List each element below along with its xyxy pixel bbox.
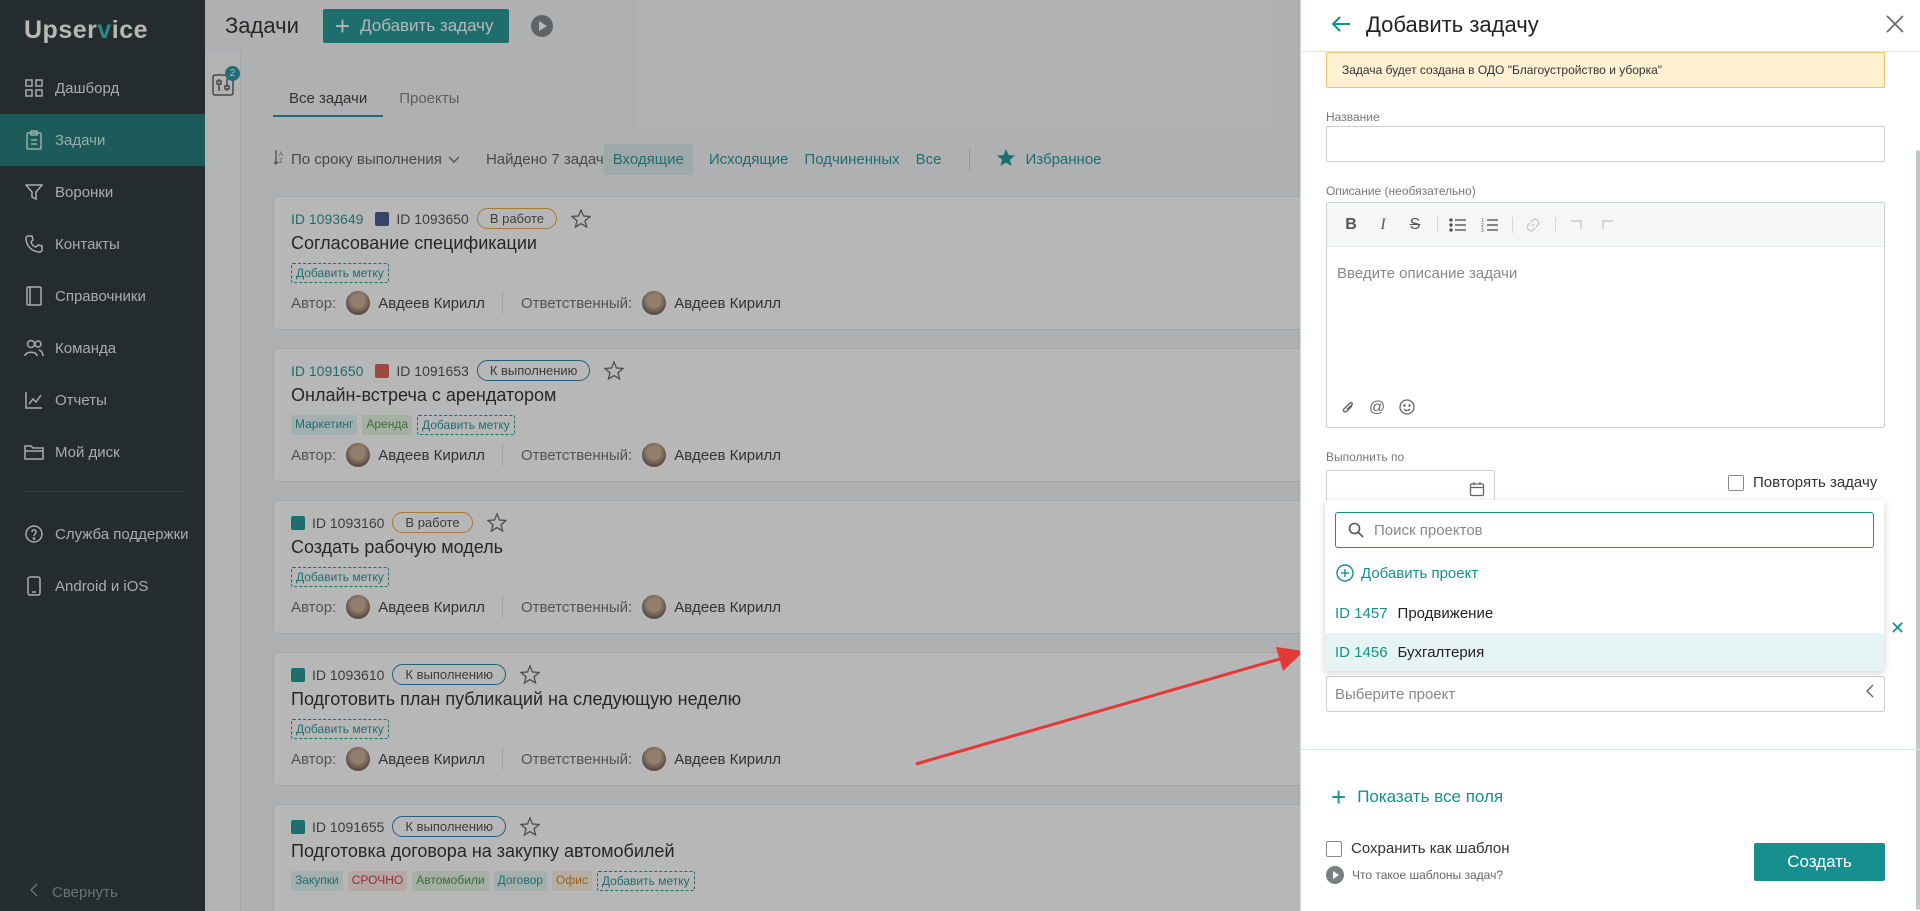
- project-select-placeholder: Выберите проект: [1335, 686, 1456, 703]
- org-notice: Задача будет создана в ОДО "Благоустройс…: [1326, 52, 1885, 88]
- save-template-label: Сохранить как шаблон: [1351, 840, 1510, 857]
- arrow-left-icon[interactable]: [1329, 12, 1353, 36]
- annotation-arrow: [915, 647, 1304, 766]
- project-option[interactable]: ID 1456 Бухгалтерия: [1325, 633, 1884, 671]
- project-id: ID 1457: [1335, 604, 1388, 622]
- attachment-icon[interactable]: [1341, 399, 1355, 420]
- plus-icon: +: [1331, 782, 1347, 812]
- show-all-fields-button[interactable]: + Показать все поля: [1331, 784, 1503, 810]
- template-help-label: Что такое шаблоны задач?: [1352, 868, 1504, 882]
- checkbox[interactable]: [1326, 840, 1342, 857]
- project-name: Бухгалтерия: [1397, 643, 1485, 661]
- name-label: Название: [1326, 110, 1380, 124]
- link-icon[interactable]: [1523, 215, 1543, 235]
- panel-header: Добавить задачу: [1301, 0, 1920, 52]
- bullet-list-icon[interactable]: [1448, 215, 1468, 235]
- redo-icon[interactable]: [1598, 215, 1618, 235]
- strikethrough-icon[interactable]: S: [1405, 215, 1425, 235]
- numbered-list-icon[interactable]: 123: [1480, 215, 1500, 235]
- project-name: Продвижение: [1397, 604, 1494, 622]
- description-editor[interactable]: B I S 123 Введите описание задачи @: [1326, 202, 1885, 428]
- add-task-panel: Добавить задачу Задача будет создана в О…: [1300, 0, 1920, 911]
- mention-icon[interactable]: @: [1369, 399, 1385, 420]
- project-select[interactable]: Выберите проект: [1326, 676, 1885, 712]
- checkbox[interactable]: [1728, 474, 1744, 491]
- project-dropdown: Добавить проект ID 1457 Продвижение ID 1…: [1325, 500, 1884, 671]
- show-all-fields-label: Показать все поля: [1357, 787, 1504, 806]
- repeat-task-checkbox[interactable]: Повторять задачу: [1728, 474, 1877, 491]
- create-button[interactable]: Создать: [1754, 843, 1885, 881]
- description-placeholder: Введите описание задачи: [1337, 265, 1518, 282]
- panel-title: Добавить задачу: [1366, 12, 1539, 37]
- project-id: ID 1456: [1335, 643, 1388, 661]
- clear-selection-icon[interactable]: ✕: [1890, 618, 1905, 639]
- repeat-task-label: Повторять задачу: [1753, 474, 1878, 491]
- project-search[interactable]: [1335, 512, 1874, 548]
- play-icon: [1326, 866, 1344, 884]
- add-project-label: Добавить проект: [1361, 564, 1479, 582]
- emoji-icon[interactable]: [1399, 399, 1415, 420]
- search-icon: [1348, 522, 1364, 538]
- svg-text:3: 3: [1481, 228, 1484, 232]
- project-search-input[interactable]: [1374, 521, 1854, 539]
- panel-scrollbar[interactable]: [1916, 150, 1920, 910]
- chevron-left-icon: [1866, 684, 1874, 702]
- editor-footer: @: [1341, 399, 1429, 420]
- panel-divider: [1301, 749, 1920, 750]
- save-template-checkbox[interactable]: Сохранить как шаблон: [1326, 840, 1510, 857]
- bold-icon[interactable]: B: [1341, 215, 1361, 235]
- calendar-icon[interactable]: [1469, 481, 1485, 497]
- due-date-label: Выполнить по: [1326, 450, 1405, 464]
- task-name-input[interactable]: [1326, 126, 1885, 162]
- undo-icon[interactable]: [1566, 215, 1586, 235]
- italic-icon[interactable]: I: [1373, 215, 1393, 235]
- add-project-button[interactable]: Добавить проект: [1336, 564, 1478, 582]
- modal-backdrop[interactable]: [0, 0, 1300, 911]
- project-option[interactable]: ID 1457 Продвижение: [1325, 594, 1884, 632]
- description-label: Описание (необязательно): [1326, 184, 1476, 198]
- close-icon[interactable]: [1883, 12, 1907, 36]
- plus-circle-icon: [1336, 564, 1354, 582]
- editor-toolbar: B I S 123: [1327, 203, 1884, 247]
- template-help-link[interactable]: Что такое шаблоны задач?: [1326, 866, 1503, 884]
- app-root: Upservice Дашборд Задачи Воронки Контакт…: [0, 0, 1920, 911]
